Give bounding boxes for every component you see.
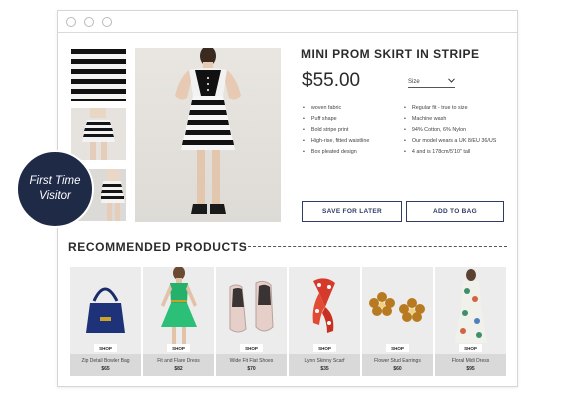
recommended-products-heading: RECOMMENDED PRODUCTS <box>68 240 248 254</box>
product-card-floral-midi-dress[interactable]: SHOP Floral Midi Dress $95 <box>435 267 506 376</box>
feature-item: Machine wash <box>404 114 514 125</box>
product-card-caption: Lynn Skinny Scarf $35 <box>289 354 360 376</box>
size-select-label: Size <box>408 78 420 85</box>
shop-button[interactable]: SHOP <box>94 344 117 352</box>
feature-item: Our model wears a UK 8/EU 36/US <box>404 136 514 147</box>
feature-item: Puff shape <box>303 114 393 125</box>
product-card-price: $70 <box>247 366 256 372</box>
shop-button[interactable]: SHOP <box>313 344 336 352</box>
product-card-skinny-scarf[interactable]: SHOP Lynn Skinny Scarf $35 <box>289 267 360 376</box>
product-card-flower-earrings[interactable]: SHOP Flower Stud Earrings $60 <box>362 267 433 376</box>
save-for-later-button[interactable]: SAVE FOR LATER <box>302 201 402 222</box>
window-titlebar <box>58 11 517 33</box>
product-price: $55.00 <box>302 70 361 91</box>
feature-item: Bold stripe print <box>303 125 393 136</box>
product-card-caption: Fit and Flare Dress $82 <box>143 354 214 376</box>
first-time-visitor-badge: First Time Visitor <box>16 150 94 228</box>
heading-divider <box>243 246 507 247</box>
product-card-price: $65 <box>101 366 110 372</box>
chevron-down-icon <box>448 78 455 85</box>
thumbnail-skirt-model[interactable] <box>71 108 126 160</box>
feature-item: Regular fit - true to size <box>404 103 514 114</box>
product-card-flat-shoes[interactable]: SHOP Wide Fit Flat Shoes $70 <box>216 267 287 376</box>
product-card-fit-flare-dress[interactable]: SHOP Fit and Flare Dress $82 <box>143 267 214 376</box>
product-card-price: $95 <box>466 366 475 372</box>
badge-line-1: First Time <box>29 175 81 187</box>
product-card-price: $60 <box>393 366 402 372</box>
shop-button[interactable]: SHOP <box>167 344 190 352</box>
product-image-bag <box>70 267 141 347</box>
product-card-bowler-bag[interactable]: SHOP Zip Detail Bowler Bag $65 <box>70 267 141 376</box>
product-image-dress <box>143 267 214 347</box>
product-title: MINI PROM SKIRT IN STRIPE <box>301 47 480 61</box>
feature-item: Box pleated design <box>303 147 393 158</box>
shop-button[interactable]: SHOP <box>459 344 482 352</box>
browser-window: MINI PROM SKIRT IN STRIPE $55.00 Size wo… <box>57 10 518 387</box>
product-image-shoes <box>216 267 287 347</box>
feature-item: 94% Cotton, 6% Nylon <box>404 125 514 136</box>
add-to-bag-button[interactable]: ADD TO BAG <box>406 201 504 222</box>
window-dot-icon[interactable] <box>66 16 76 27</box>
product-card-caption: Wide Fit Flat Shoes $70 <box>216 354 287 376</box>
product-card-name: Flower Stud Earrings <box>374 358 421 364</box>
product-card-name: Wide Fit Flat Shoes <box>229 358 274 364</box>
feature-item-continued: 4 and is 178cm/5'10" tall <box>404 147 514 158</box>
product-image-midi-dress <box>435 267 506 347</box>
product-card-name: Fit and Flare Dress <box>157 358 200 364</box>
window-dot-icon[interactable] <box>102 16 112 27</box>
product-card-name: Floral Midi Dress <box>451 358 490 364</box>
thumbnail-skirt-stripe[interactable] <box>71 49 126 101</box>
product-card-price: $35 <box>320 366 329 372</box>
window-dot-icon[interactable] <box>84 16 94 27</box>
shop-button[interactable]: SHOP <box>386 344 409 352</box>
product-image-earrings <box>362 267 433 347</box>
shop-button[interactable]: SHOP <box>240 344 263 352</box>
product-main-image <box>135 48 281 222</box>
product-features-left: woven fabric Puff shape Bold stripe prin… <box>303 103 393 158</box>
feature-item: High-rise, fitted waistline <box>303 136 393 147</box>
product-card-name: Zip Detail Bowler Bag <box>81 358 130 364</box>
feature-item: woven fabric <box>303 103 393 114</box>
product-card-caption: Floral Midi Dress $95 <box>435 354 506 376</box>
product-features-right: Regular fit - true to size Machine wash … <box>404 103 514 158</box>
product-card-name: Lynn Skinny Scarf <box>304 358 345 364</box>
size-select[interactable]: Size <box>408 76 455 88</box>
product-card-caption: Zip Detail Bowler Bag $65 <box>70 354 141 376</box>
product-image-scarf <box>289 267 360 347</box>
product-card-price: $82 <box>174 366 183 372</box>
badge-line-2: Visitor <box>39 190 71 202</box>
product-card-caption: Flower Stud Earrings $60 <box>362 354 433 376</box>
